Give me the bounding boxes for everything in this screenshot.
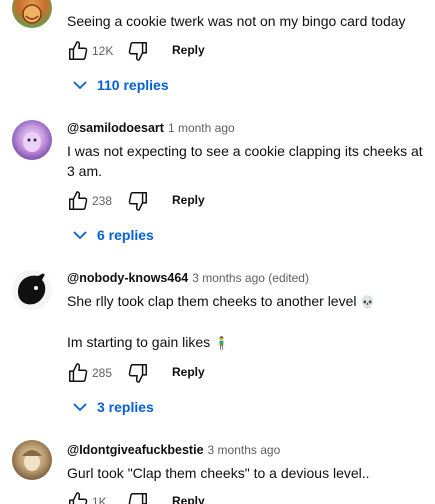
reply-button[interactable]: Reply bbox=[172, 193, 205, 207]
comment-meta: @Idontgiveafuckbestie 3 months ago bbox=[67, 443, 280, 457]
avatar-image bbox=[22, 450, 42, 471]
avatar[interactable] bbox=[12, 120, 52, 160]
comments-section: Seeing a cookie twerk was not on my bing… bbox=[0, 0, 435, 504]
avatar-image bbox=[22, 4, 42, 24]
like-icon[interactable] bbox=[67, 362, 89, 384]
comment-text: Seeing a cookie twerk was not on my bing… bbox=[67, 13, 406, 29]
avatar[interactable] bbox=[12, 270, 52, 310]
comment-timestamp[interactable]: 3 months ago bbox=[208, 443, 281, 457]
reply-button[interactable]: Reply bbox=[172, 365, 205, 379]
dislike-icon[interactable] bbox=[127, 491, 149, 504]
replies-count: 110 replies bbox=[97, 77, 169, 93]
reply-button[interactable]: Reply bbox=[172, 494, 205, 504]
comment-text: She rlly took clap them cheeks to anothe… bbox=[67, 291, 427, 312]
avatar-image bbox=[12, 270, 52, 310]
comment-author[interactable]: @samilodoesart bbox=[67, 121, 164, 135]
avatar-image bbox=[23, 132, 41, 152]
comment-meta: @samilodoesart 1 month ago bbox=[67, 121, 235, 135]
like-icon[interactable] bbox=[67, 190, 89, 212]
like-count: 238 bbox=[92, 194, 113, 208]
view-replies-button[interactable]: 3 replies bbox=[72, 397, 272, 421]
dislike-icon[interactable] bbox=[127, 190, 149, 212]
skull-emoji: 💀 bbox=[360, 295, 376, 309]
like-count: 12K bbox=[92, 44, 114, 58]
view-replies-button[interactable]: 6 replies bbox=[72, 225, 272, 249]
comment-author[interactable]: @nobody-knows464 bbox=[67, 271, 188, 285]
dislike-icon[interactable] bbox=[127, 40, 149, 62]
replies-count: 3 replies bbox=[97, 399, 154, 415]
comment-author[interactable]: @Idontgiveafuckbestie bbox=[67, 443, 204, 457]
comment-actions: 285 Reply bbox=[67, 362, 427, 386]
comment-actions: 12K Reply bbox=[67, 40, 427, 64]
chevron-down-icon bbox=[73, 231, 87, 240]
replies-count: 6 replies bbox=[97, 227, 154, 243]
comment-text: I was not expecting to see a cookie clap… bbox=[67, 143, 423, 179]
comment-timestamp[interactable]: 1 month ago bbox=[168, 121, 235, 135]
comment-text: Gurl took "Clap them cheeks" to a deviou… bbox=[67, 465, 370, 481]
reply-button[interactable]: Reply bbox=[172, 43, 205, 57]
standing-person-emoji: 🧍‍♂️ bbox=[214, 336, 230, 350]
like-icon[interactable] bbox=[67, 40, 89, 62]
comment-actions: 1K Reply bbox=[67, 491, 427, 504]
view-replies-button[interactable]: 110 replies bbox=[72, 75, 272, 99]
dislike-icon[interactable] bbox=[127, 362, 149, 384]
comment-text-line: She rlly took clap them cheeks to anothe… bbox=[67, 293, 357, 309]
comment-text-line: Im starting to gain likes bbox=[67, 334, 211, 350]
comment-timestamp[interactable]: 3 months ago (edited) bbox=[192, 271, 309, 285]
chevron-down-icon bbox=[73, 403, 87, 412]
comment-text: Im starting to gain likes 🧍‍♂️ bbox=[67, 332, 427, 353]
like-icon[interactable] bbox=[67, 491, 89, 504]
like-count: 285 bbox=[92, 366, 113, 380]
avatar[interactable] bbox=[12, 440, 52, 480]
comment-actions: 238 Reply bbox=[67, 190, 427, 214]
comment-meta: @nobody-knows464 3 months ago (edited) bbox=[67, 271, 309, 285]
avatar[interactable] bbox=[12, 0, 52, 28]
chevron-down-icon bbox=[73, 81, 87, 90]
like-count: 1K bbox=[92, 495, 107, 504]
